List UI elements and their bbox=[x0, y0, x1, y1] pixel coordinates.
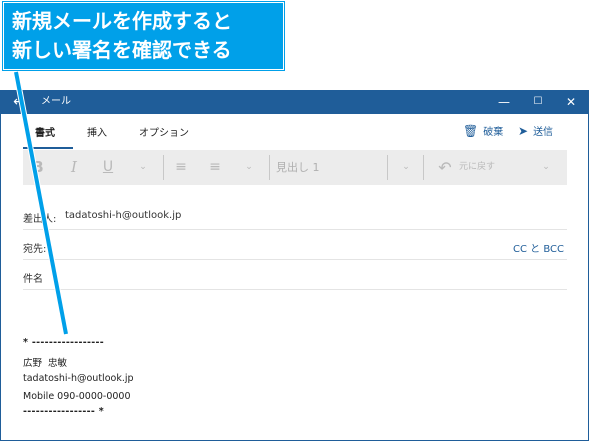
undo-icon[interactable]: ↶ bbox=[435, 150, 455, 185]
undo-button[interactable]: 元に戻す bbox=[459, 150, 519, 185]
close-button[interactable]: ✕ bbox=[554, 90, 588, 114]
callout-box: 新規メールを作成すると 新しい署名を確認できる bbox=[3, 2, 284, 70]
style-dropdown[interactable]: 見出し 1 bbox=[276, 150, 386, 185]
discard-label: 破棄 bbox=[483, 127, 504, 138]
mail-window: ← メール — ☐ ✕ 書式 挿入 オプション 🗑 破棄 ➤ 送信 B I U ⌄ … bbox=[0, 90, 589, 441]
signature-line: ----------------- * bbox=[23, 406, 105, 417]
active-tab-indicator bbox=[23, 147, 73, 149]
trash-icon: 🗑 bbox=[463, 124, 479, 138]
send-icon: ➤ bbox=[518, 124, 529, 138]
discard-button[interactable]: 🗑 破棄 bbox=[463, 123, 503, 141]
callout-line: 新規メールを作成すると bbox=[12, 9, 232, 33]
chevron-down-icon[interactable]: ⌄ bbox=[135, 150, 151, 185]
field-divider bbox=[23, 229, 567, 230]
chevron-down-icon[interactable]: ⌄ bbox=[538, 150, 554, 185]
cc-bcc-link[interactable]: CC と BCC bbox=[513, 240, 564, 255]
toolbar-divider bbox=[163, 155, 164, 180]
callout-line: 新しい署名を確認できる bbox=[12, 38, 232, 62]
from-field[interactable]: tadatoshi-h@outlook.jp bbox=[65, 210, 181, 221]
tab-format[interactable]: 書式 bbox=[35, 124, 55, 142]
tab-options[interactable]: オプション bbox=[139, 124, 189, 142]
signature-line: 広野 忠敏 bbox=[23, 358, 68, 369]
signature-line: tadatoshi-h@outlook.jp bbox=[23, 373, 134, 384]
toolbar-divider bbox=[387, 155, 388, 180]
bold-button[interactable]: B bbox=[31, 150, 45, 185]
italic-button[interactable]: I bbox=[67, 150, 81, 185]
bulleted-list-icon[interactable]: ≡ bbox=[171, 150, 191, 185]
toolbar-divider bbox=[269, 155, 270, 180]
signature-line: Mobile 090-0000-0000 bbox=[23, 391, 131, 402]
send-button[interactable]: ➤ 送信 bbox=[518, 123, 553, 141]
toolbar-divider bbox=[423, 155, 424, 180]
back-arrow-icon[interactable]: ← bbox=[11, 92, 27, 112]
format-toolbar: B I U ⌄ ≡ ≡ ⌄ 見出し 1 ⌄ ↶ 元に戻す ⌄ bbox=[23, 150, 567, 185]
send-label: 送信 bbox=[533, 127, 554, 138]
numbered-list-icon[interactable]: ≡ bbox=[205, 150, 225, 185]
maximize-button[interactable]: ☐ bbox=[521, 90, 555, 114]
title-bar: ← メール — ☐ ✕ bbox=[1, 90, 588, 114]
field-divider bbox=[23, 289, 567, 290]
subject-field[interactable]: 件名 bbox=[23, 270, 43, 285]
window-title: メール bbox=[41, 96, 71, 107]
to-field[interactable]: 宛先: bbox=[23, 240, 46, 255]
tab-insert[interactable]: 挿入 bbox=[87, 124, 107, 142]
from-label: 差出人: bbox=[23, 214, 57, 225]
signature-line: * ----------------- bbox=[23, 337, 105, 348]
underline-button[interactable]: U bbox=[101, 150, 115, 185]
minimize-button[interactable]: — bbox=[487, 90, 521, 114]
chevron-down-icon[interactable]: ⌄ bbox=[398, 150, 414, 185]
field-divider bbox=[23, 259, 567, 260]
chevron-down-icon[interactable]: ⌄ bbox=[241, 150, 257, 185]
